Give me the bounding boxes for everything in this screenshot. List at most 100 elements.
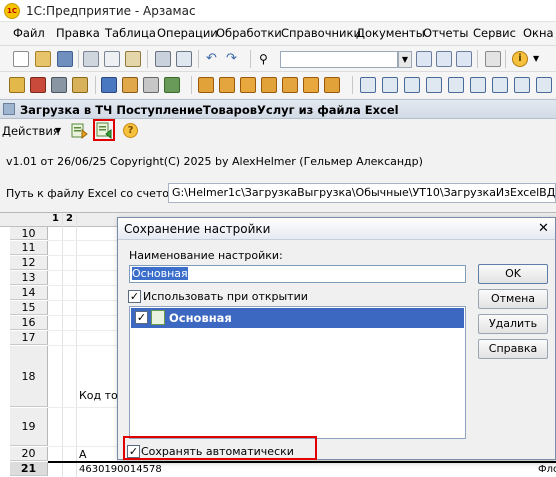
report-icon[interactable] [360, 77, 376, 93]
search-input[interactable] [280, 51, 398, 68]
separator [250, 50, 251, 68]
separator [352, 76, 353, 94]
menu-table[interactable]: Таблица [105, 26, 156, 40]
find-next-icon[interactable] [416, 51, 432, 67]
row-header[interactable]: 12 [10, 256, 48, 270]
form-header: Загрузка в ТЧ ПоступлениеТоваровУслуг из… [0, 99, 556, 119]
grid-line [48, 461, 556, 463]
file-path-label: Путь к файлу Excel со счетом: [6, 187, 182, 200]
row-header[interactable]: 17 [10, 331, 48, 345]
window-list-icon[interactable] [485, 51, 501, 67]
row-header[interactable]: 10 [10, 227, 48, 240]
column-header[interactable]: 2 [66, 213, 73, 224]
setting-name-label: Наименование настройки: [129, 249, 283, 262]
separator [78, 50, 79, 68]
print-preview-icon[interactable] [176, 51, 192, 67]
row-header[interactable]: 15 [10, 301, 48, 315]
report-icon[interactable] [448, 77, 464, 93]
chevron-down-icon[interactable]: ▼ [533, 51, 549, 67]
load-settings-icon[interactable] [70, 122, 88, 140]
report-icon[interactable] [514, 77, 530, 93]
ok-button[interactable]: OK [478, 264, 548, 284]
delete-button[interactable]: Удалить [478, 314, 548, 334]
file-path-input[interactable]: G:\Helmer1c\ЗагрузкаВыгрузка\Обычные\УТ1… [168, 183, 556, 203]
auto-save-checkbox[interactable]: ✓ [127, 445, 140, 458]
report-icon[interactable] [382, 77, 398, 93]
menu-reports[interactable]: Отчеты [423, 26, 468, 40]
dialog-title: Сохранение настройки [124, 222, 271, 236]
purchase-icon[interactable] [219, 77, 235, 93]
row-header[interactable]: 16 [10, 316, 48, 330]
new-document-icon[interactable] [13, 51, 29, 67]
menu-edit[interactable]: Правка [56, 26, 100, 40]
version-info: v1.01 от 26/06/25 Copyright(C) 2025 by A… [6, 155, 423, 168]
replace-icon[interactable] [456, 51, 472, 67]
menu-windows[interactable]: Окна [523, 26, 554, 40]
report-icon[interactable] [470, 77, 486, 93]
documents-journal-icon[interactable] [30, 77, 46, 93]
menu-service[interactable]: Сервис [473, 26, 516, 40]
table-cell[interactable]: Фло [538, 464, 556, 475]
report-icon[interactable] [536, 77, 552, 93]
chevron-down-icon[interactable]: ▼ [398, 51, 412, 68]
print-icon[interactable] [155, 51, 171, 67]
payment-icon[interactable] [261, 77, 277, 93]
table-cell[interactable]: 4630190014578 [79, 464, 162, 475]
info-icon[interactable]: i [512, 51, 528, 67]
close-icon[interactable]: ✕ [538, 221, 549, 236]
report-icon[interactable] [426, 77, 442, 93]
setting-name-input[interactable]: Основная [129, 265, 466, 283]
row-header[interactable]: 20 [10, 447, 48, 461]
report-icon[interactable] [492, 77, 508, 93]
settings-list[interactable]: ✓ Основная [129, 306, 466, 439]
copy-icon[interactable] [104, 51, 120, 67]
redo-icon[interactable]: ↷ [226, 51, 242, 67]
menu-operations[interactable]: Операции [157, 26, 218, 40]
sales-icon[interactable] [198, 77, 214, 93]
row-header[interactable]: 14 [10, 286, 48, 300]
contractors-icon[interactable] [122, 77, 138, 93]
find-previous-icon[interactable] [436, 51, 452, 67]
return-icon[interactable] [240, 77, 256, 93]
users-icon[interactable] [101, 77, 117, 93]
undo-icon[interactable]: ↶ [206, 51, 222, 67]
row-header[interactable]: 11 [10, 241, 48, 255]
cash-icon[interactable] [282, 77, 298, 93]
cut-icon[interactable] [83, 51, 99, 67]
row-header[interactable]: 21 [10, 462, 48, 476]
cancel-button[interactable]: Отмена [478, 289, 548, 309]
menu-catalogs[interactable]: Справочники [281, 26, 361, 40]
row-header[interactable]: 18 [10, 346, 48, 407]
standard-toolbar: ↶ ↷ ⚲ ▼ i ▼ [0, 45, 556, 71]
table-cell[interactable]: А [79, 448, 87, 461]
row-header[interactable]: 13 [10, 271, 48, 285]
list-item-checkbox[interactable]: ✓ [135, 311, 148, 324]
menu-processing[interactable]: Обработки [216, 26, 282, 40]
goods-icon[interactable] [72, 77, 88, 93]
paste-icon[interactable] [125, 51, 141, 67]
actions-menu-button[interactable]: Действия [2, 124, 60, 138]
save-settings-button[interactable] [93, 119, 115, 141]
menu-file[interactable]: Файл [13, 26, 45, 40]
orders-icon[interactable] [9, 77, 25, 93]
column-header[interactable]: 1 [52, 213, 59, 224]
save-icon[interactable] [57, 51, 73, 67]
list-item[interactable]: ✓ Основная [131, 308, 464, 328]
menu-bar: Файл Правка Таблица Операции Обработки С… [0, 22, 556, 44]
search-icon[interactable]: ⚲ [259, 51, 275, 67]
open-folder-icon[interactable] [35, 51, 51, 67]
chart-icon[interactable] [164, 77, 180, 93]
report-icon[interactable] [404, 77, 420, 93]
bank-icon[interactable] [303, 77, 319, 93]
calculator-icon[interactable] [143, 77, 159, 93]
transfer-icon[interactable] [324, 77, 340, 93]
dialog-title-bar[interactable]: Сохранение настройки ✕ [118, 218, 555, 240]
help-button[interactable]: Справка [478, 339, 548, 359]
help-icon[interactable]: ? [123, 123, 138, 138]
use-on-open-checkbox[interactable]: ✓ [128, 290, 141, 303]
auto-save-label: Сохранять автоматически [141, 445, 294, 458]
menu-documents[interactable]: Документы [356, 26, 425, 40]
chevron-down-icon[interactable]: ▼ [55, 126, 61, 135]
warehouse-icon[interactable] [51, 77, 67, 93]
row-header[interactable]: 19 [10, 408, 48, 446]
